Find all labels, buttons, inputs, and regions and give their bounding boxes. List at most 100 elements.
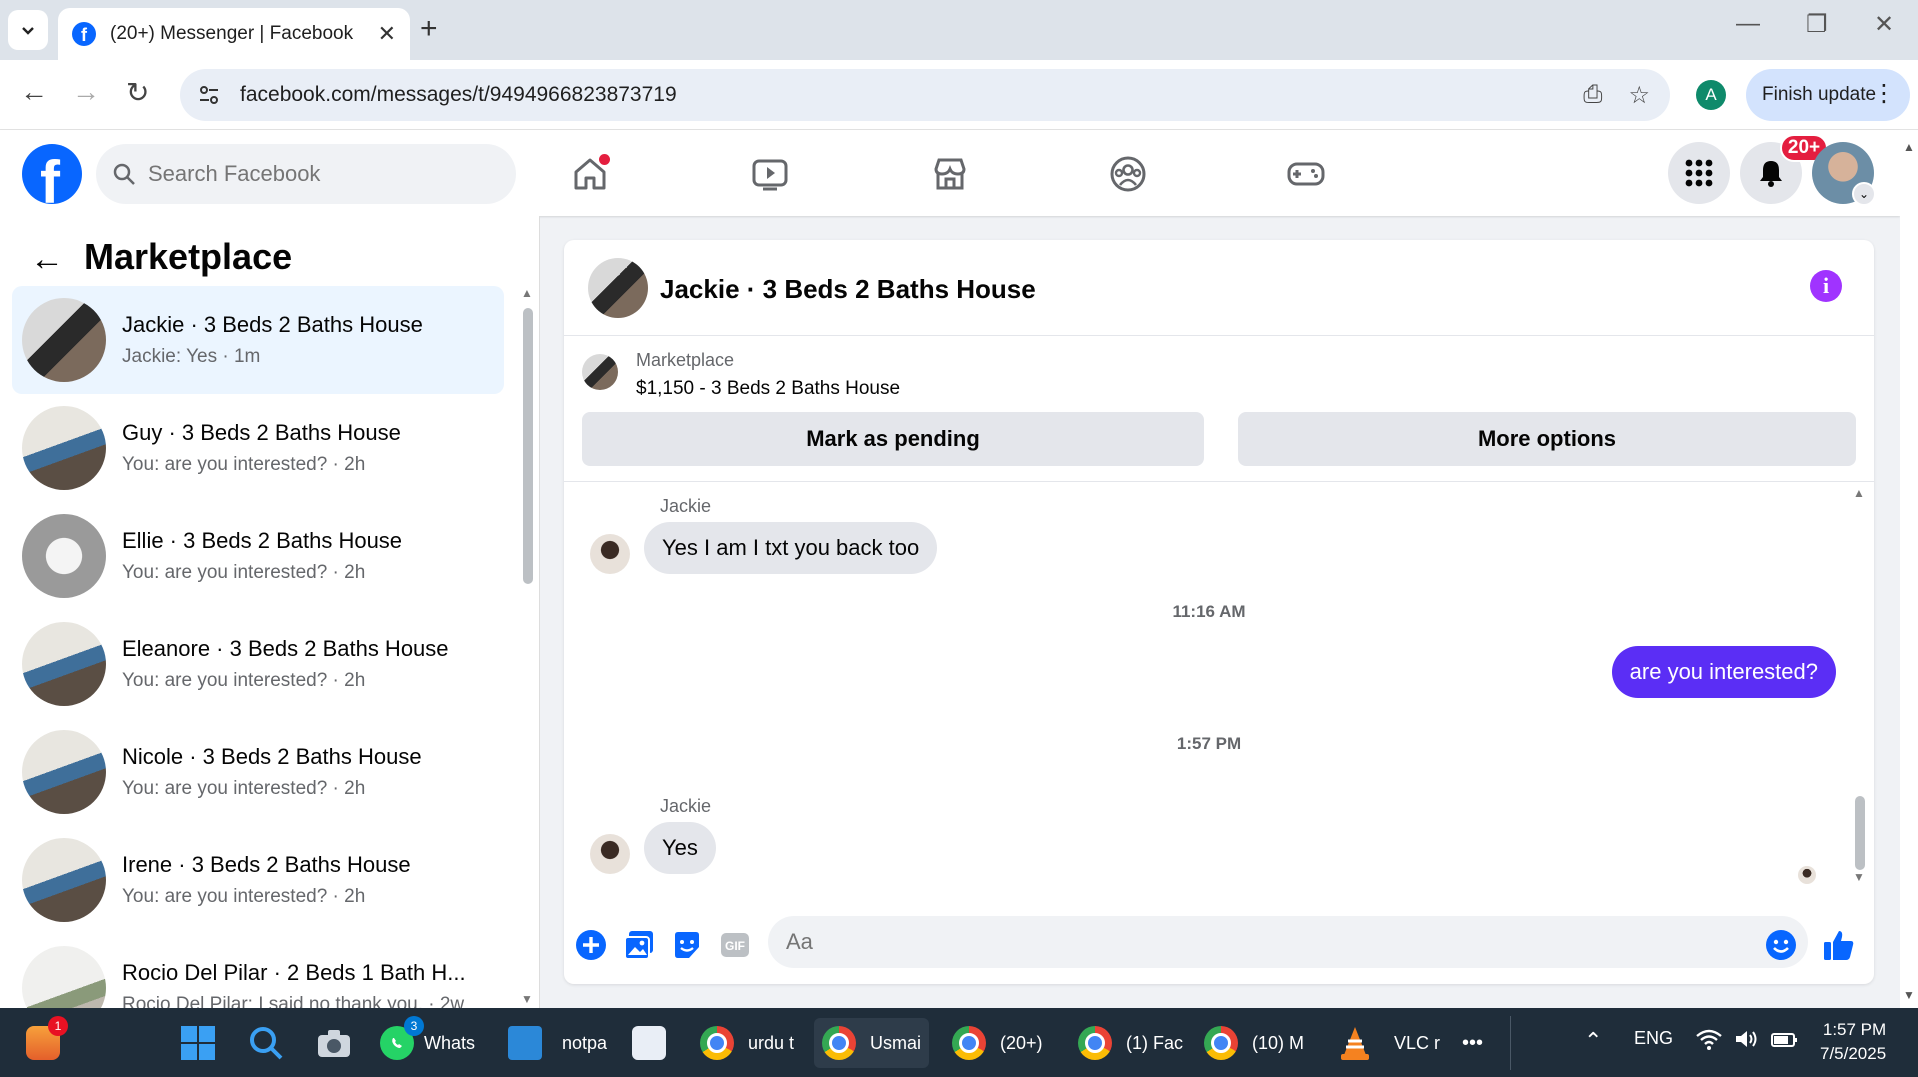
browser-tab[interactable]: f (20+) Messenger | Facebook ✕: [58, 8, 410, 60]
message-composer: GIF: [564, 904, 1874, 984]
finish-update-button[interactable]: Finish update ⋮: [1746, 69, 1910, 121]
facebook-search[interactable]: [96, 144, 516, 204]
nav-home[interactable]: [568, 152, 612, 196]
reload-button[interactable]: ↻: [126, 76, 149, 109]
taskbar-label: (20+): [1000, 1032, 1043, 1053]
clock-time: 1:57 PM: [1822, 1020, 1887, 1039]
plus-circle-icon[interactable]: [574, 928, 608, 962]
conversation-item[interactable]: Eleanore · 3 Beds 2 Baths House You: are…: [12, 610, 504, 718]
system-clock[interactable]: 1:57 PM 7/5/2025: [1820, 1018, 1886, 1066]
chrome-icon: [700, 1026, 734, 1060]
groups-icon: [1110, 156, 1146, 192]
conversation-item[interactable]: Irene · 3 Beds 2 Baths House You: are yo…: [12, 826, 504, 934]
incoming-message[interactable]: Yes: [644, 822, 716, 874]
conversation-name: Rocio Del Pilar · 2 Beds 1 Bath H...: [122, 960, 466, 985]
back-button[interactable]: ←: [20, 76, 48, 108]
restore-button[interactable]: ❐: [1806, 10, 1828, 39]
incoming-message[interactable]: Yes I am I txt you back too: [644, 522, 938, 574]
outgoing-message[interactable]: are you interested?: [1611, 646, 1836, 698]
clock-date: 7/5/2025: [1820, 1044, 1887, 1063]
minimize-button[interactable]: —: [1736, 10, 1760, 38]
conversation-thumbnail: [22, 730, 106, 814]
message-input[interactable]: [768, 916, 1808, 968]
chat-title[interactable]: Jackie · 3 Beds 2 Baths House: [660, 274, 1036, 305]
emoji-icon[interactable]: [1764, 928, 1798, 962]
new-tab-button[interactable]: +: [420, 12, 438, 46]
photo-icon[interactable]: [622, 928, 656, 962]
sender-avatar[interactable]: [590, 834, 630, 874]
menu-button[interactable]: [1668, 142, 1730, 204]
start-button[interactable]: [180, 1018, 216, 1068]
tab-search-button[interactable]: [8, 10, 48, 50]
scroll-down-arrow-icon[interactable]: ▼: [1853, 870, 1865, 884]
search-input[interactable]: [148, 161, 488, 187]
battery-icon[interactable]: [1770, 1028, 1798, 1055]
chat-header: Jackie · 3 Beds 2 Baths House i: [564, 240, 1874, 336]
kebab-menu-icon[interactable]: ⋮: [1872, 79, 1896, 108]
conversation-thumbnail: [22, 838, 106, 922]
language-indicator[interactable]: ENG: [1634, 1028, 1673, 1049]
wifi-icon[interactable]: [1696, 1028, 1722, 1055]
close-window-button[interactable]: ✕: [1874, 10, 1894, 39]
tab-close-button[interactable]: ✕: [378, 21, 396, 47]
timestamp-separator: 1:57 PM: [1176, 734, 1242, 753]
conversation-item[interactable]: Rocio Del Pilar · 2 Beds 1 Bath H... Roc…: [12, 934, 504, 1008]
address-bar[interactable]: facebook.com/messages/t/9494966823873719…: [180, 69, 1670, 121]
sender-avatar[interactable]: [590, 534, 630, 574]
taskbar-chrome-window[interactable]: (20+): [952, 1018, 1043, 1068]
mark-as-pending-button[interactable]: Mark as pending: [582, 412, 1204, 466]
sticker-icon[interactable]: [670, 928, 704, 962]
taskbar-camera[interactable]: [316, 1018, 352, 1068]
taskbar-notepad[interactable]: notpa: [508, 1018, 607, 1068]
scroll-up-arrow-icon[interactable]: ▲: [521, 286, 533, 300]
taskbar-label: (10) M: [1252, 1032, 1305, 1053]
nav-video[interactable]: [748, 152, 792, 196]
scroll-up-arrow-icon[interactable]: ▲: [1853, 486, 1865, 500]
taskbar-whatsapp[interactable]: 3 Whats: [380, 1016, 475, 1068]
message-scrollbar[interactable]: ▲ ▼: [1852, 486, 1868, 886]
site-settings-icon[interactable]: [196, 82, 222, 108]
taskbar-chrome-window[interactable]: Usmai: [814, 1018, 930, 1068]
conversation-item[interactable]: Guy · 3 Beds 2 Baths House You: are you …: [12, 394, 504, 502]
volume-icon[interactable]: [1734, 1028, 1760, 1055]
nav-gaming[interactable]: [1284, 152, 1328, 196]
gaming-controller-icon: [1287, 162, 1325, 186]
forward-button[interactable]: →: [72, 76, 100, 108]
conversation-item[interactable]: Ellie · 3 Beds 2 Baths House You: are yo…: [12, 502, 504, 610]
taskbar-vlc[interactable]: VLC r: [1338, 1018, 1440, 1068]
back-arrow-icon[interactable]: ←: [30, 240, 64, 279]
taskbar-chrome-window[interactable]: (10) M: [1204, 1018, 1304, 1068]
facebook-logo[interactable]: f: [22, 144, 82, 204]
info-icon[interactable]: i: [1810, 270, 1842, 302]
listing-title[interactable]: $1,150 - 3 Beds 2 Baths House: [636, 378, 900, 400]
nav-groups[interactable]: [1106, 152, 1150, 196]
bookmark-star-icon[interactable]: ☆: [1628, 81, 1650, 110]
taskbar-widget[interactable]: 1: [26, 1016, 68, 1068]
scroll-down-arrow-icon[interactable]: ▼: [1903, 988, 1915, 1002]
taskbar-search[interactable]: [248, 1018, 284, 1068]
nav-marketplace[interactable]: [928, 152, 972, 196]
listing-thumbnail[interactable]: [582, 354, 618, 390]
tray-chevron-up-icon[interactable]: ⌃: [1584, 1028, 1602, 1054]
scroll-down-arrow-icon[interactable]: ▼: [521, 992, 533, 1006]
chat-panel: Jackie · 3 Beds 2 Baths House i Marketpl…: [564, 240, 1874, 984]
chat-list-scrollbar[interactable]: ▲ ▼: [520, 286, 534, 1006]
scroll-thumb[interactable]: [523, 308, 533, 584]
thumbs-up-icon[interactable]: [1822, 928, 1856, 962]
browser-profile-avatar[interactable]: A: [1696, 80, 1726, 110]
conversation-item[interactable]: Nicole · 3 Beds 2 Baths House You: are y…: [12, 718, 504, 826]
gif-icon[interactable]: GIF: [718, 928, 752, 962]
taskbar-chrome-window[interactable]: (1) Fac: [1078, 1018, 1183, 1068]
taskbar-snipping[interactable]: [632, 1018, 666, 1068]
scroll-up-arrow-icon[interactable]: ▲: [1903, 140, 1915, 154]
page-scrollbar[interactable]: ▲ ▼: [1900, 130, 1918, 1008]
taskbar-chrome-window[interactable]: urdu t: [700, 1018, 794, 1068]
taskbar-more-button[interactable]: •••: [1462, 1018, 1483, 1068]
install-app-icon[interactable]: ⎙: [1583, 81, 1602, 110]
conversation-item[interactable]: Jackie · 3 Beds 2 Baths House Jackie: Ye…: [12, 286, 504, 394]
more-options-button[interactable]: More options: [1238, 412, 1856, 466]
account-chevron-icon[interactable]: ⌄: [1852, 182, 1876, 206]
chat-avatar[interactable]: [588, 258, 648, 318]
taskbar-label: notpa: [562, 1032, 608, 1053]
scroll-thumb[interactable]: [1855, 796, 1865, 870]
